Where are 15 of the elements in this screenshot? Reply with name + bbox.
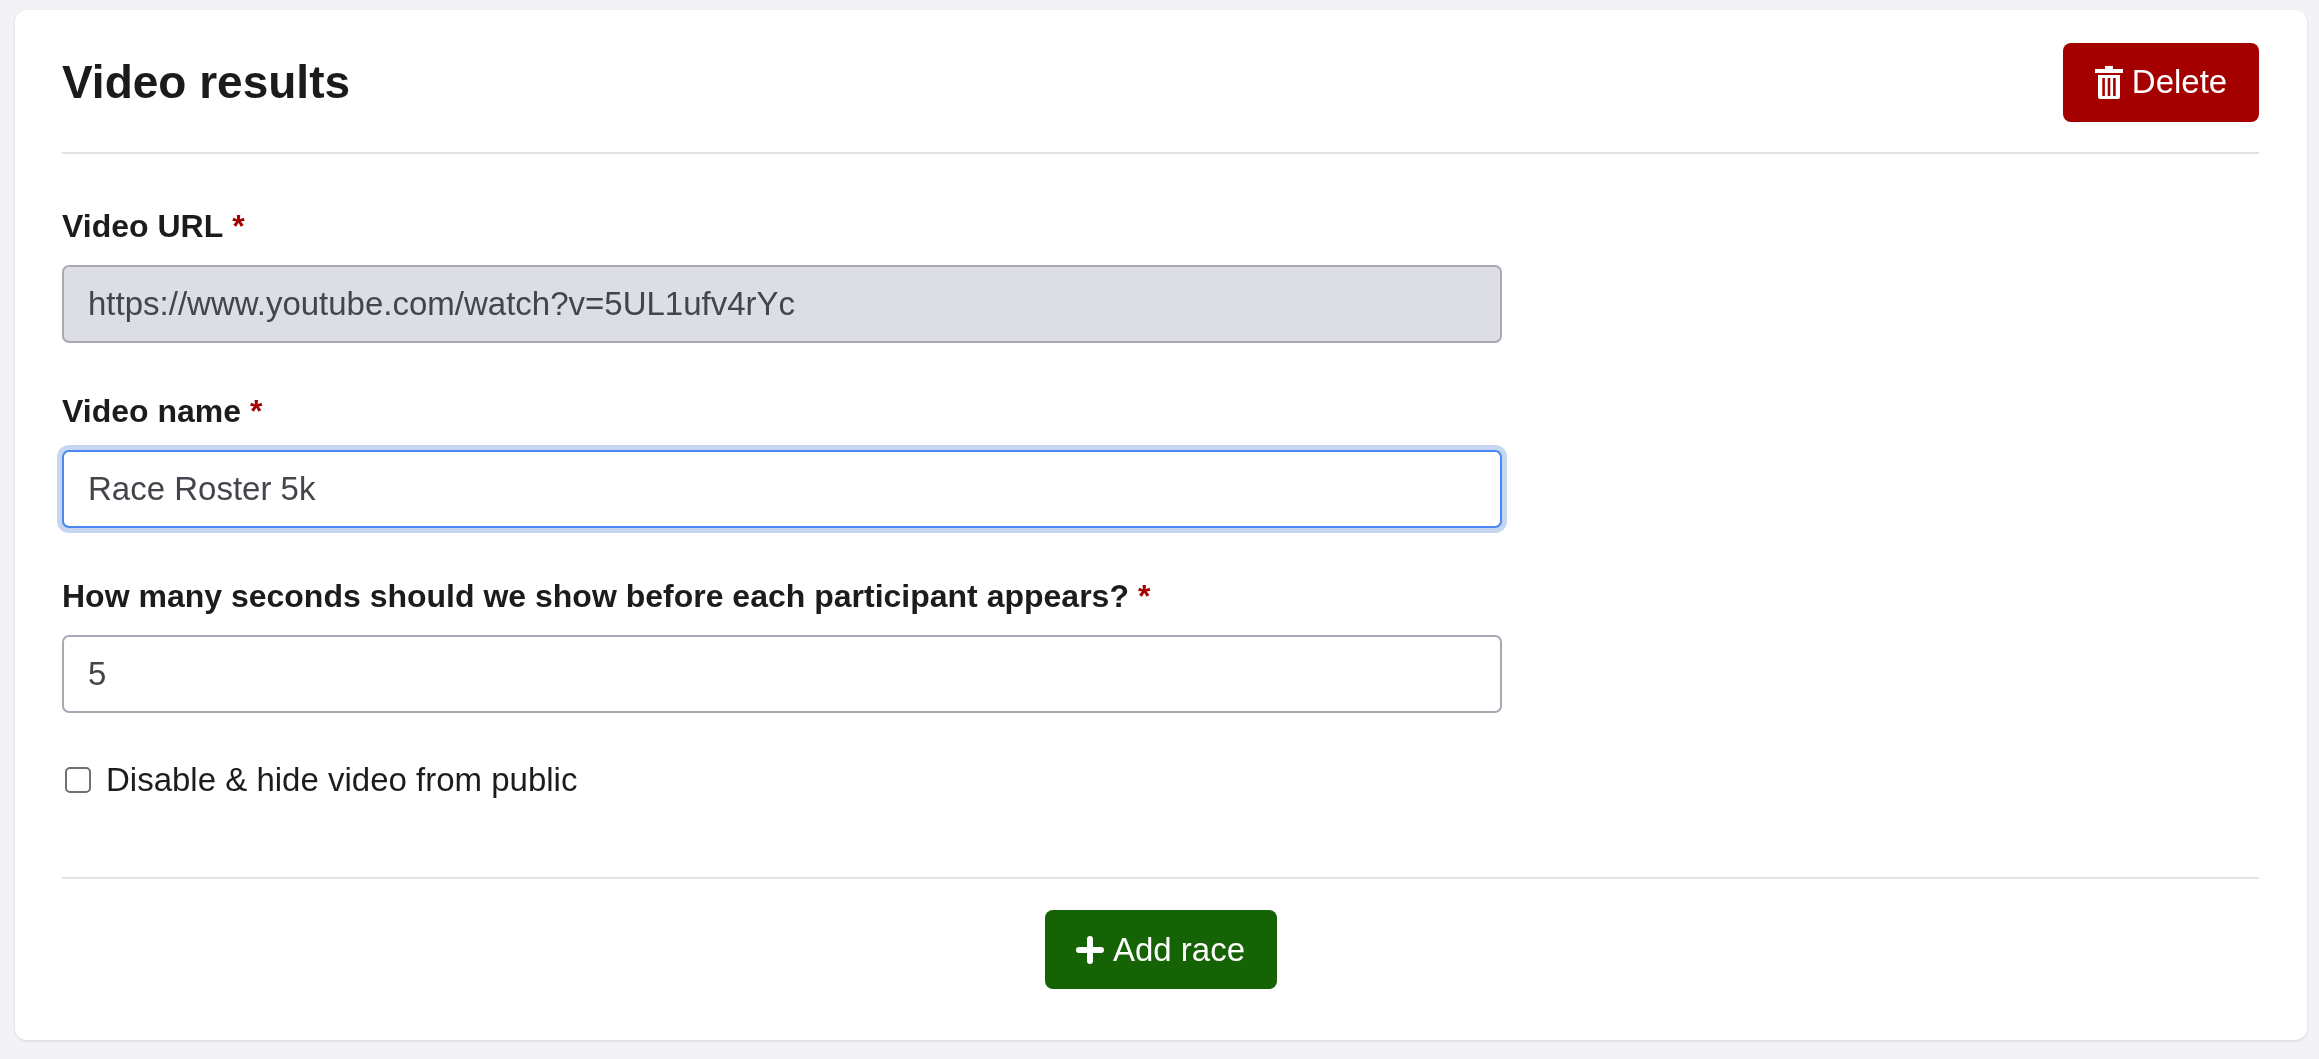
field-label: How many seconds should we show before each participant appears?	[62, 577, 1129, 616]
field-label: Video name	[62, 392, 242, 431]
field-label: Video URL	[62, 207, 224, 246]
required-mark: *	[250, 392, 263, 431]
checkbox-label: Disable & hide video from public	[106, 760, 578, 800]
delete-button[interactable]: Delete	[2063, 42, 2259, 122]
checkbox[interactable]	[65, 767, 91, 793]
section-title: Video results	[62, 55, 351, 109]
input-field[interactable]: 5	[62, 635, 1502, 713]
trash-icon	[2094, 65, 2123, 99]
required-mark: *	[1137, 577, 1151, 616]
input-field[interactable]: Race Roster 5k	[62, 450, 1502, 528]
add-race-button[interactable]: Add race	[1044, 910, 1277, 989]
plus-icon	[1075, 935, 1104, 964]
required-mark: *	[232, 207, 245, 246]
